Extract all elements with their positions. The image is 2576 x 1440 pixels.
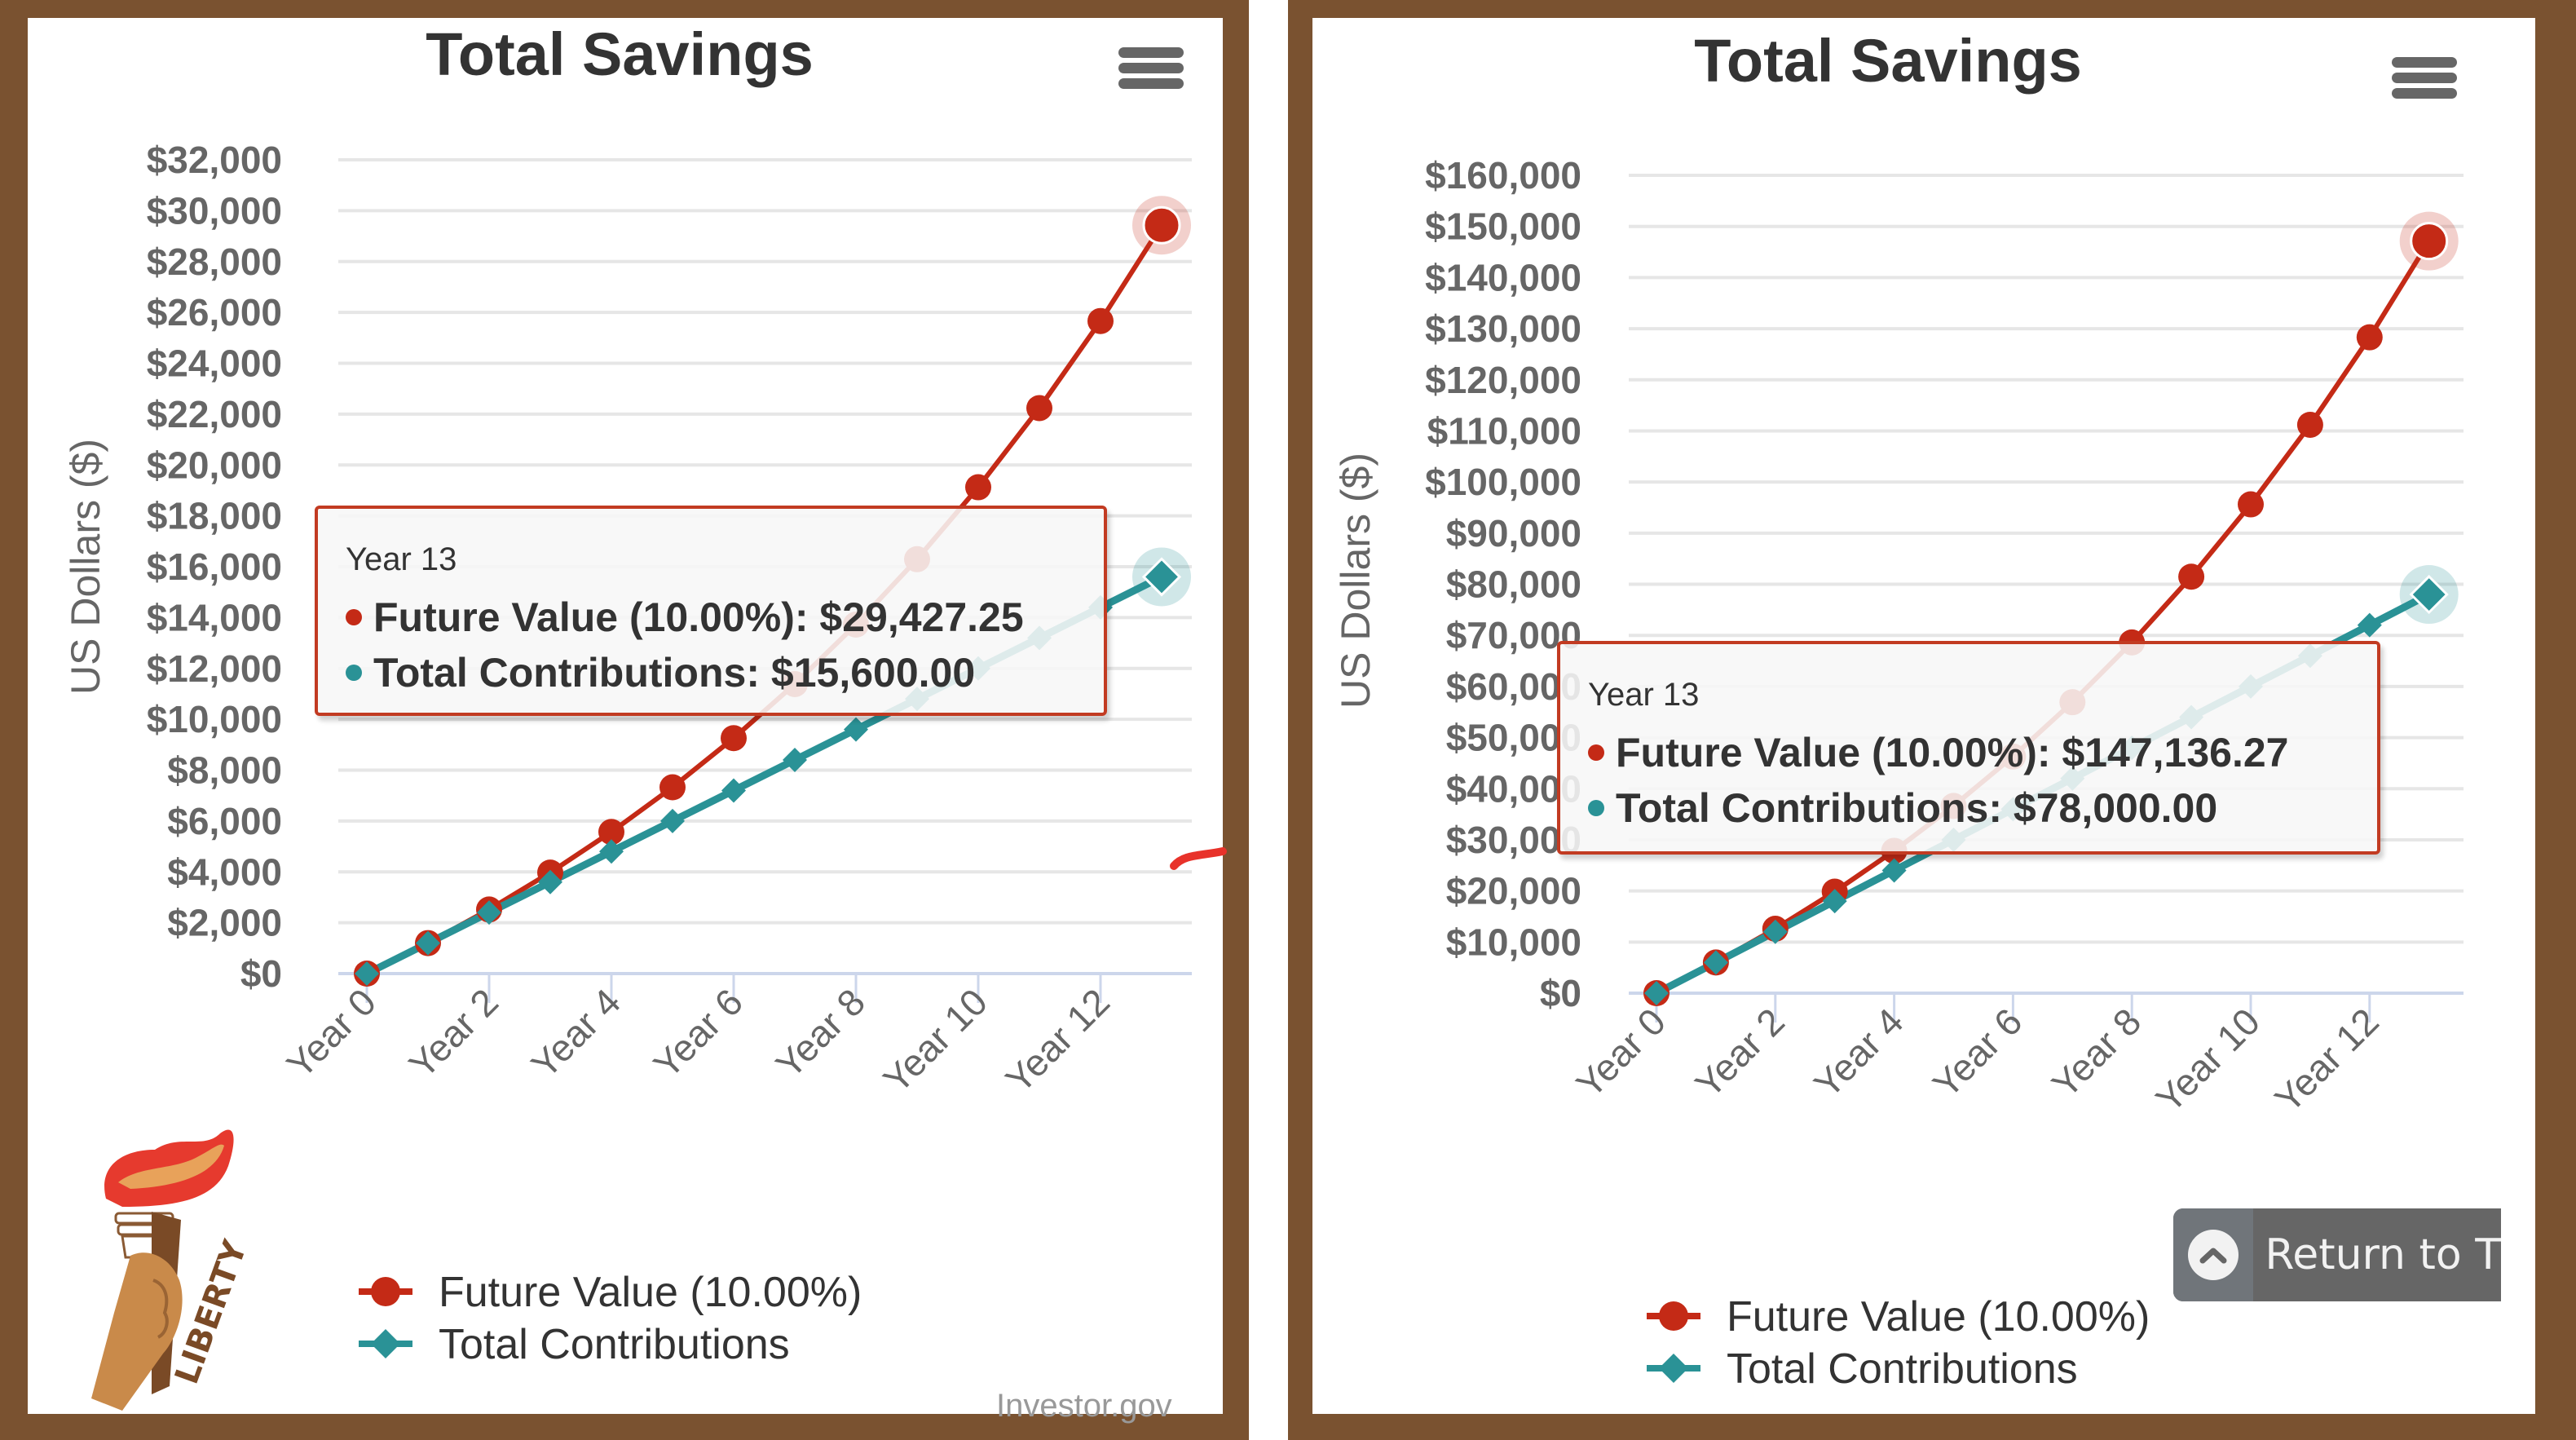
- x-tick-label: Year 6: [1925, 1000, 2031, 1106]
- x-tick-label: Year 8: [2044, 1000, 2150, 1106]
- future-value-line: [1655, 240, 2432, 996]
- credits-link[interactable]: Investor.gov: [996, 1388, 1172, 1425]
- logo-text: LIBERTY: [168, 1235, 254, 1389]
- y-tick-label: $150,000: [1425, 205, 1581, 248]
- return-to-top-label: Return to T: [2265, 1230, 2501, 1279]
- y-tick-label: $110,000: [1427, 409, 1581, 452]
- return-to-top-button[interactable]: Return to T: [2173, 1208, 2501, 1301]
- contributions-dot-icon: [346, 664, 362, 681]
- tooltip-label: Future Value (10.00%):: [1616, 730, 2051, 775]
- y-tick-label: $120,000: [1425, 359, 1581, 401]
- future-value-point[interactable]: [2356, 324, 2383, 351]
- liberty-torch-logo: LIBERTY: [73, 1117, 318, 1411]
- y-axis-title: US Dollars ($): [1333, 453, 1378, 709]
- tooltip-header: Year 13: [1588, 677, 1700, 713]
- tooltip-row-future-value: Future Value (10.00%): $29,427.25: [346, 590, 1104, 645]
- contributions-dot-icon: [1588, 799, 1604, 816]
- future-value-point[interactable]: [2178, 563, 2205, 590]
- left-chart-menu-button[interactable]: [1118, 42, 1184, 96]
- chart-title: Total Savings: [1694, 27, 2082, 95]
- right-chart-menu-button[interactable]: [2392, 52, 2457, 106]
- hamburger-menu-icon: [1118, 47, 1184, 89]
- y-tick-label: $80,000: [1446, 563, 1581, 606]
- hamburger-menu-icon: [2392, 57, 2457, 99]
- contributions-point[interactable]: [2357, 612, 2382, 638]
- x-tick-label: Year 4: [1806, 1000, 1912, 1106]
- left-chart-tooltip: Year 13 Future Value (10.00%): $29,427.2…: [315, 506, 1107, 716]
- chevron-up-circle-icon: [2188, 1230, 2239, 1280]
- y-tick-label: $130,000: [1425, 307, 1581, 350]
- tooltip-label: Total Contributions:: [373, 650, 760, 696]
- y-tick-label: $0: [1540, 972, 1581, 1014]
- x-tick-label: Year 2: [1687, 1000, 1793, 1106]
- legend-label: Future Value (10.00%): [1727, 1293, 2150, 1341]
- legend-item-future-value[interactable]: Future Value (10.00%): [1647, 1293, 2150, 1341]
- right-chart-tooltip: Year 13 Future Value (10.00%): $147,136.…: [1557, 641, 2380, 855]
- tooltip-row-contributions: Total Contributions: $78,000.00: [1588, 780, 2377, 836]
- y-tick-label: $10,000: [1446, 921, 1581, 963]
- y-tick-label: $160,000: [1425, 154, 1581, 197]
- x-tick-label: Year 0: [1568, 1000, 1674, 1106]
- future-value-dot-icon: [346, 608, 362, 625]
- future-value-point[interactable]: [2296, 411, 2323, 438]
- future-value-point[interactable]: [2238, 491, 2264, 518]
- y-tick-label: $90,000: [1446, 512, 1581, 554]
- x-tick-label: Year 12: [2266, 1000, 2387, 1120]
- x-tick-label: Year 10: [2147, 1000, 2268, 1120]
- tooltip-row-future-value: Future Value (10.00%): $147,136.27: [1588, 725, 2377, 780]
- tooltip-header: Year 13: [346, 541, 457, 577]
- tooltip-value: $29,427.25: [819, 594, 1024, 640]
- legend-label: Total Contributions: [1727, 1345, 2078, 1393]
- contributions-point[interactable]: [1881, 858, 1907, 883]
- tooltip-value: $147,136.27: [2062, 730, 2289, 775]
- tooltip-label: Total Contributions:: [1616, 785, 2002, 831]
- y-tick-label: $100,000: [1425, 461, 1581, 503]
- y-tick-label: $20,000: [1446, 870, 1581, 912]
- legend-circle-marker-icon: [1659, 1301, 1688, 1331]
- future-value-point[interactable]: [2410, 222, 2449, 261]
- tooltip-value: $15,600.00: [770, 650, 976, 696]
- legend-item-contributions[interactable]: Total Contributions: [1647, 1345, 2078, 1393]
- tooltip-label: Future Value (10.00%):: [373, 594, 809, 640]
- future-value-dot-icon: [1588, 744, 1604, 761]
- tooltip-value: $78,000.00: [2013, 785, 2218, 831]
- tooltip-row-contributions: Total Contributions: $15,600.00: [346, 645, 1104, 700]
- legend-diamond-marker-icon: [1659, 1354, 1688, 1383]
- y-tick-label: $140,000: [1425, 256, 1581, 298]
